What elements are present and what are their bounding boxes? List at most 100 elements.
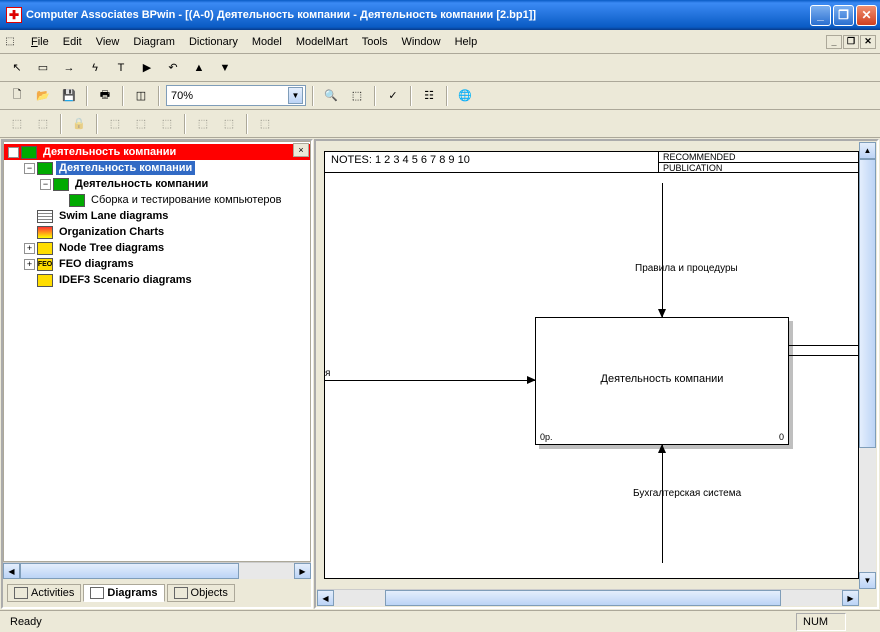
scroll-up-icon[interactable]: ▲ bbox=[859, 142, 876, 159]
tab-objects[interactable]: Objects bbox=[167, 584, 235, 602]
diagram-header: NOTES: 1 2 3 4 5 6 7 8 9 10 RECOMMENDED … bbox=[324, 151, 859, 173]
minimize-button[interactable]: _ bbox=[810, 5, 831, 26]
mm-btn-4: ⬚ bbox=[130, 113, 152, 135]
diagrams-icon bbox=[90, 587, 104, 599]
activity-box[interactable]: Деятельность компании 0р. 0 bbox=[535, 317, 789, 445]
maximize-button[interactable]: ❐ bbox=[833, 5, 854, 26]
scroll-thumb[interactable] bbox=[859, 159, 876, 448]
scroll-track[interactable] bbox=[20, 563, 294, 579]
menu-window[interactable]: Window bbox=[394, 34, 447, 50]
scroll-right-icon[interactable]: ▶ bbox=[294, 563, 311, 579]
save-button[interactable]: 💾 bbox=[58, 85, 80, 107]
menu-modelmart[interactable]: ModelMart bbox=[289, 34, 355, 50]
tree-node-swimlane[interactable]: Swim Lane diagrams bbox=[4, 208, 310, 224]
tree-node-feo[interactable]: + FEO FEO diagrams bbox=[4, 256, 310, 272]
expand-icon[interactable]: + bbox=[24, 259, 35, 270]
output-arrow-2[interactable] bbox=[789, 355, 858, 356]
activity-tool[interactable]: ▭ bbox=[32, 57, 54, 79]
close-button[interactable]: ✕ bbox=[856, 5, 877, 26]
tab-diagrams[interactable]: Diagrams bbox=[83, 584, 164, 602]
mdi-close-button[interactable]: ✕ bbox=[860, 35, 876, 49]
mm-btn-2: ⬚ bbox=[32, 113, 54, 135]
menu-diagram[interactable]: Diagram bbox=[126, 34, 182, 50]
canvas-hscroll[interactable]: ◀ ▶ bbox=[317, 589, 859, 606]
scroll-right-icon[interactable]: ▶ bbox=[842, 590, 859, 606]
mm-lock-icon: 🔒 bbox=[68, 113, 90, 135]
collapse-icon[interactable]: − bbox=[40, 179, 51, 190]
zoom-combo[interactable]: 70% ▼ bbox=[166, 85, 306, 106]
zoom-fit-icon[interactable]: ⬚ bbox=[346, 85, 368, 107]
mdi-icon: ⬚ bbox=[2, 34, 18, 50]
toolbar-modelmart: ⬚ ⬚ 🔒 ⬚ ⬚ ⬚ ⬚ ⬚ ⬚ bbox=[0, 110, 880, 138]
scroll-thumb[interactable] bbox=[385, 590, 781, 606]
squiggle-tool[interactable]: ϟ bbox=[84, 57, 106, 79]
text-tool[interactable]: T bbox=[110, 57, 132, 79]
collapse-icon[interactable]: − bbox=[8, 147, 19, 158]
tree-hscroll[interactable]: ◀ ▶ bbox=[3, 562, 311, 579]
scroll-track[interactable] bbox=[334, 590, 842, 606]
toolbar-shapes: ↖ ▭ → ϟ T ▶ ↶ ▲ ▼ bbox=[0, 54, 880, 82]
swimlane-icon bbox=[37, 210, 53, 223]
menu-help[interactable]: Help bbox=[448, 34, 485, 50]
diagram-canvas[interactable]: Правила и процедуры я Деятельность компа… bbox=[324, 173, 859, 579]
spellcheck-icon[interactable]: ✓ bbox=[382, 85, 404, 107]
mm-btn-1: ⬚ bbox=[6, 113, 28, 135]
scroll-thumb[interactable] bbox=[20, 563, 239, 579]
panel-close-button[interactable]: × bbox=[293, 143, 309, 157]
menu-edit[interactable]: Edit bbox=[56, 34, 89, 50]
collapse-icon[interactable]: − bbox=[24, 163, 35, 174]
nodetree-icon bbox=[37, 242, 53, 255]
scroll-track[interactable] bbox=[859, 159, 876, 572]
tree-node-nodetree[interactable]: + Node Tree diagrams bbox=[4, 240, 310, 256]
tree[interactable]: − Деятельность компании − Деятельность к… bbox=[3, 141, 311, 562]
control-arrow[interactable] bbox=[662, 183, 663, 317]
play-tool[interactable]: ▶ bbox=[136, 57, 158, 79]
tree-node-3[interactable]: Сборка и тестирование компьютеров bbox=[4, 192, 310, 208]
new-button[interactable]: 🗋 bbox=[6, 85, 28, 107]
diagram-icon bbox=[53, 178, 69, 191]
activity-cost: 0р. bbox=[540, 432, 553, 442]
mdi-minimize-button[interactable]: _ bbox=[826, 35, 842, 49]
objects-icon bbox=[174, 587, 188, 599]
tree-node-1[interactable]: − Деятельность компании bbox=[4, 160, 310, 176]
tree-node-2[interactable]: − Деятельность компании bbox=[4, 176, 310, 192]
zoom-in-icon[interactable]: 🔍 bbox=[320, 85, 342, 107]
print-button[interactable]: 🖶 bbox=[94, 85, 116, 107]
undo-arrow-tool[interactable]: ↶ bbox=[162, 57, 184, 79]
orgchart-icon bbox=[37, 226, 53, 239]
menu-model[interactable]: Model bbox=[245, 34, 289, 50]
scroll-left-icon[interactable]: ◀ bbox=[317, 590, 334, 606]
tree-node-idef3[interactable]: IDEF3 Scenario diagrams bbox=[4, 272, 310, 288]
menu-view[interactable]: View bbox=[89, 34, 127, 50]
input-arrow[interactable] bbox=[325, 380, 535, 381]
pointer-tool[interactable]: ↖ bbox=[6, 57, 28, 79]
triangle-up-tool[interactable]: ▲ bbox=[188, 57, 210, 79]
control-label[interactable]: Правила и процедуры bbox=[635, 263, 738, 274]
output-arrow-1[interactable] bbox=[789, 345, 858, 346]
tree-node-orgchart[interactable]: Organization Charts bbox=[4, 224, 310, 240]
app-icon: ✚ bbox=[6, 7, 22, 23]
menu-tools[interactable]: Tools bbox=[355, 34, 395, 50]
menu-file[interactable]: File bbox=[24, 34, 56, 50]
mdi-restore-button[interactable]: ❐ bbox=[843, 35, 859, 49]
browser-icon[interactable]: 🌐 bbox=[454, 85, 476, 107]
canvas-vscroll[interactable]: ▲ ▼ bbox=[859, 142, 876, 589]
open-button[interactable]: 📂 bbox=[32, 85, 54, 107]
scroll-down-icon[interactable]: ▼ bbox=[859, 572, 876, 589]
triangle-down-tool[interactable]: ▼ bbox=[214, 57, 236, 79]
header-recommended: RECOMMENDED bbox=[659, 152, 858, 163]
tree-root[interactable]: − Деятельность компании bbox=[4, 144, 310, 160]
model-explorer-icon[interactable]: ☷ bbox=[418, 85, 440, 107]
mm-btn-3: ⬚ bbox=[104, 113, 126, 135]
tab-activities[interactable]: Activities bbox=[7, 584, 81, 602]
mdi-buttons: _ ❐ ✕ bbox=[826, 35, 876, 49]
scroll-left-icon[interactable]: ◀ bbox=[3, 563, 20, 579]
mechanism-arrow[interactable] bbox=[662, 445, 663, 563]
status-ready: Ready bbox=[4, 613, 796, 631]
menu-dictionary[interactable]: Dictionary bbox=[182, 34, 245, 50]
reports-button[interactable]: ◫ bbox=[130, 85, 152, 107]
mechanism-label[interactable]: Бухгалтерская система bbox=[633, 488, 741, 499]
arrow-tool[interactable]: → bbox=[58, 57, 80, 79]
dropdown-icon[interactable]: ▼ bbox=[288, 87, 303, 104]
expand-icon[interactable]: + bbox=[24, 243, 35, 254]
